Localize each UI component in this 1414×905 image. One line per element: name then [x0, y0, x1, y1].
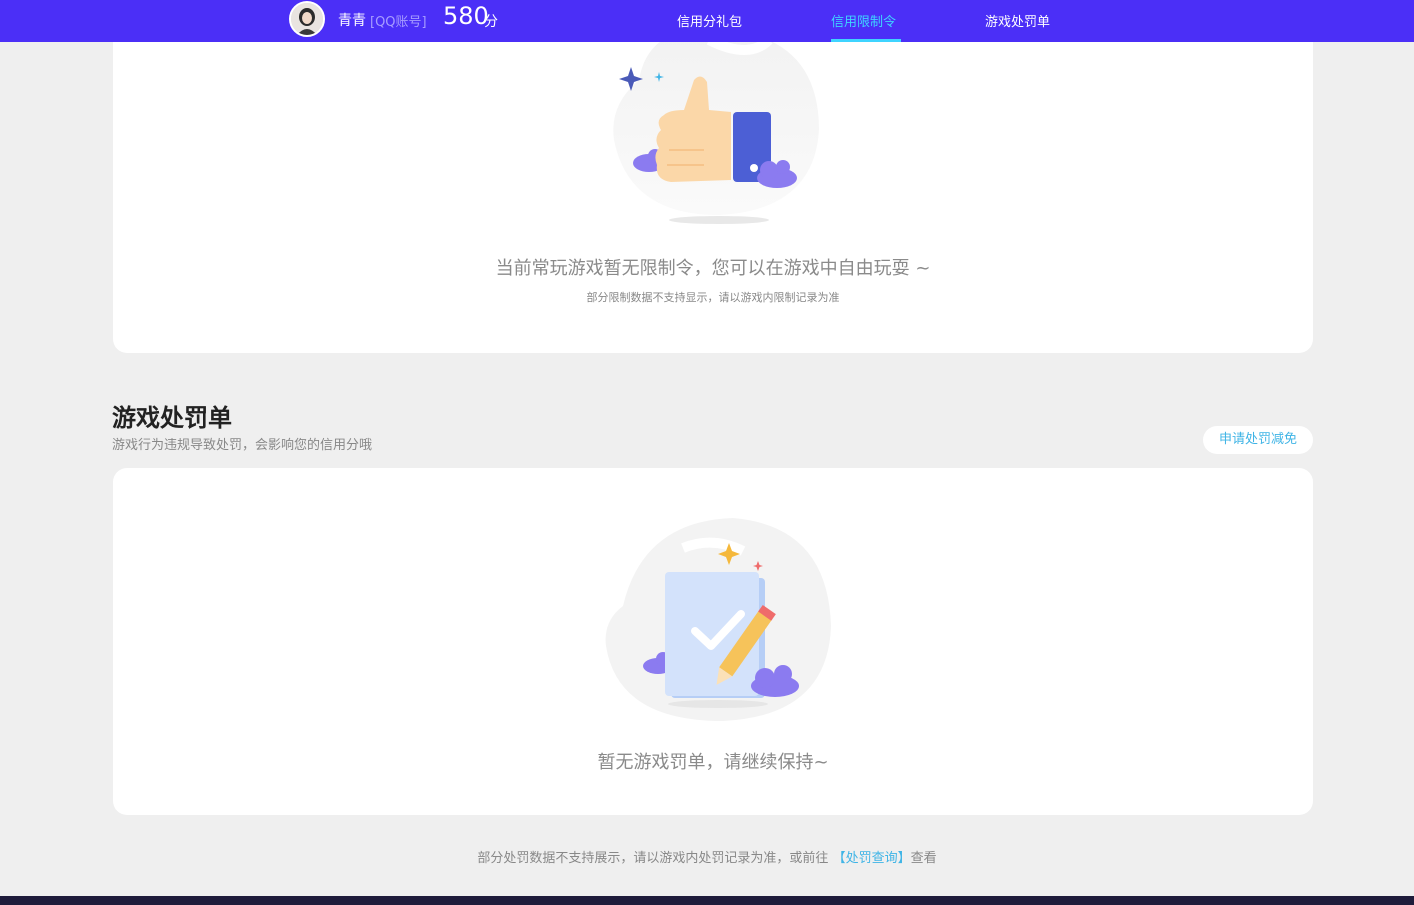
account-type-label: [QQ账号]	[370, 15, 427, 30]
section-title: 游戏处罚单	[112, 404, 232, 432]
thumbs-up-illustration	[613, 28, 819, 224]
nav-game-penalty[interactable]: 游戏处罚单	[985, 11, 1050, 30]
penalty-query-link[interactable]: 【处罚查询】	[833, 851, 911, 866]
nav-credit-gift[interactable]: 信用分礼包	[677, 11, 742, 30]
restriction-card: 当前常玩游戏暂无限制令，您可以在游戏中自由玩耍 ~ 部分限制数据不支持显示，请以…	[113, 0, 1313, 353]
bottom-bar	[0, 896, 1414, 905]
penalty-card: 暂无游戏罚单，请继续保持~	[113, 468, 1313, 815]
restriction-note: 部分限制数据不支持显示，请以游戏内限制记录为准	[586, 291, 840, 304]
credit-score: 580	[443, 2, 489, 30]
user-name: 青青	[338, 13, 366, 29]
footer-note-text: 部分处罚数据不支持展示，请以游戏内处罚记录为准，或前往	[477, 851, 829, 866]
top-bar: 青青 [QQ账号] 580 分 信用分礼包 信用限制令 游戏处罚单	[0, 0, 1414, 42]
footer-note: 部分处罚数据不支持展示，请以游戏内处罚记录为准，或前往 【处罚查询】查看	[0, 847, 1414, 866]
apply-penalty-reduction-button[interactable]: 申请处罚减免	[1203, 426, 1313, 454]
credit-score-unit: 分	[484, 14, 498, 30]
penalty-message: 暂无游戏罚单，请继续保持~	[597, 752, 829, 773]
avatar[interactable]	[289, 1, 325, 37]
section-description: 游戏行为违规导致处罚，会影响您的信用分哦	[112, 438, 373, 453]
active-nav-indicator	[831, 39, 901, 42]
document-pencil-illustration	[605, 518, 831, 721]
avatar-image	[291, 3, 323, 35]
nav-credit-restriction[interactable]: 信用限制令	[831, 11, 896, 30]
footer-note-suffix: 查看	[910, 851, 937, 866]
restriction-message: 当前常玩游戏暂无限制令，您可以在游戏中自由玩耍 ~	[495, 258, 931, 279]
